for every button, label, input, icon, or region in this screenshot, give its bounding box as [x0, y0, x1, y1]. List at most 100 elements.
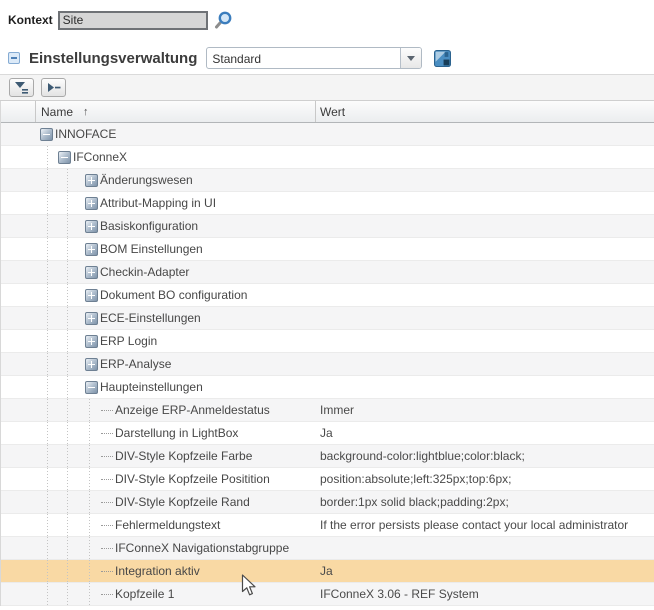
table-row[interactable]: IFConneX Navigationstabgruppe [1, 537, 654, 560]
setting-value [316, 537, 654, 559]
table-row[interactable]: ERP-Analyse [1, 353, 654, 376]
table-row[interactable]: Attribut-Mapping in UI [1, 192, 654, 215]
header-column-wert[interactable]: Wert [316, 101, 654, 122]
tree-expand-icon[interactable] [85, 220, 98, 233]
tree-expand-icon[interactable] [85, 312, 98, 325]
setting-name: Änderungswesen [100, 173, 193, 187]
row-name-cell: Checkin-Adapter [36, 261, 316, 283]
setting-name: BOM Einstellungen [100, 242, 203, 256]
chevron-down-icon [407, 56, 415, 61]
table-row[interactable]: Änderungswesen [1, 169, 654, 192]
tree-expand-icon[interactable] [85, 197, 98, 210]
row-indicator-cell [1, 376, 36, 398]
tree-expand-icon[interactable] [85, 243, 98, 256]
row-indicator-cell [1, 284, 36, 306]
table-row[interactable]: Anzeige ERP-Anmeldestatus Immer [1, 399, 654, 422]
row-indicator-cell [1, 169, 36, 191]
tree-collapse-icon[interactable] [85, 381, 98, 394]
row-name-cell: Änderungswesen [36, 169, 316, 191]
section-collapse-icon[interactable] [8, 52, 20, 64]
tree-expand-icon[interactable] [85, 335, 98, 348]
tree-expand-icon[interactable] [85, 174, 98, 187]
collapse-all-button[interactable] [41, 78, 66, 97]
floppy-disk-icon [434, 50, 451, 67]
tree-expand-icon[interactable] [85, 289, 98, 302]
setting-value [316, 146, 654, 168]
table-row[interactable]: ECE-Einstellungen [1, 307, 654, 330]
table-row[interactable]: DIV-Style Kopfzeile Positition position:… [1, 468, 654, 491]
setting-value: border:1px solid black;padding:2px; [316, 491, 654, 513]
setting-value [316, 261, 654, 283]
tree-expand-icon[interactable] [85, 358, 98, 371]
profile-select[interactable]: Standard [206, 47, 422, 69]
settings-panel: Name ↑ Wert INNOFACE IFConneX Änderun [0, 74, 654, 610]
tree-branch-connector [101, 525, 113, 526]
tree-expand-icon[interactable] [85, 266, 98, 279]
setting-value [316, 307, 654, 329]
table-row[interactable]: BOM Einstellungen [1, 238, 654, 261]
column-name-label: Name [41, 105, 73, 119]
table-row[interactable]: IFConneX [1, 146, 654, 169]
row-name-cell: Dokument BO configuration [36, 284, 316, 306]
setting-name: Basiskonfiguration [100, 219, 198, 233]
dropdown-arrow-button[interactable] [400, 48, 421, 68]
collapse-tree-icon [47, 83, 61, 93]
header-column-name[interactable]: Name ↑ [36, 101, 316, 122]
table-row[interactable]: Kopfzeile 1 IFConneX 3.06 - REF System [1, 583, 654, 606]
row-indicator-cell [1, 491, 36, 513]
setting-value [316, 169, 654, 191]
tree-branch-connector [101, 502, 113, 503]
kontext-input[interactable] [58, 11, 208, 30]
row-indicator-cell [1, 399, 36, 421]
row-indicator-cell [1, 330, 36, 352]
row-indicator-cell [1, 537, 36, 559]
row-indicator-cell [1, 353, 36, 375]
row-indicator-cell [1, 514, 36, 536]
table-row[interactable]: Basiskonfiguration [1, 215, 654, 238]
setting-name: Haupteinstellungen [100, 380, 203, 394]
table-row[interactable]: DIV-Style Kopfzeile Farbe background-col… [1, 445, 654, 468]
table-row[interactable]: Dokument BO configuration [1, 284, 654, 307]
row-name-cell: DIV-Style Kopfzeile Rand [36, 491, 316, 513]
setting-value [316, 123, 654, 145]
setting-value [316, 192, 654, 214]
tree-collapse-icon[interactable] [58, 151, 71, 164]
row-name-cell: IFConneX Navigationstabgruppe [36, 537, 316, 559]
table-row[interactable]: INNOFACE [1, 123, 654, 146]
table-row[interactable]: Checkin-Adapter [1, 261, 654, 284]
row-indicator-cell [1, 468, 36, 490]
tree-collapse-icon[interactable] [40, 128, 53, 141]
setting-name: DIV-Style Kopfzeile Rand [115, 495, 250, 509]
table-row[interactable]: Darstellung in LightBox Ja [1, 422, 654, 445]
table-row[interactable]: Haupteinstellungen [1, 376, 654, 399]
setting-value [316, 284, 654, 306]
row-name-cell: Fehlermeldungstext [36, 514, 316, 536]
filter-funnel-icon [15, 82, 29, 94]
table-row[interactable]: Integration aktiv Ja [1, 560, 654, 583]
row-indicator-cell [1, 238, 36, 260]
tree-branch-connector [101, 433, 113, 434]
sort-ascending-icon: ↑ [83, 106, 89, 118]
row-name-cell: IFConneX [36, 146, 316, 168]
tree-branch-connector [101, 456, 113, 457]
setting-value [316, 330, 654, 352]
row-indicator-cell [1, 123, 36, 145]
save-button[interactable] [434, 50, 451, 67]
row-name-cell: ERP-Analyse [36, 353, 316, 375]
tree-branch-connector [101, 571, 113, 572]
filter-button[interactable] [9, 78, 34, 97]
row-indicator-cell [1, 215, 36, 237]
search-button[interactable] [214, 10, 234, 30]
grid-header: Name ↑ Wert [1, 101, 654, 123]
row-name-cell: Basiskonfiguration [36, 215, 316, 237]
setting-name: Darstellung in LightBox [115, 426, 238, 440]
row-indicator-cell [1, 307, 36, 329]
setting-value [316, 353, 654, 375]
row-name-cell: DIV-Style Kopfzeile Farbe [36, 445, 316, 467]
table-row[interactable]: DIV-Style Kopfzeile Rand border:1px soli… [1, 491, 654, 514]
tree-branch-connector [101, 594, 113, 595]
setting-name: DIV-Style Kopfzeile Farbe [115, 449, 252, 463]
table-row[interactable]: ERP Login [1, 330, 654, 353]
setting-name: Fehlermeldungstext [115, 518, 220, 532]
table-row[interactable]: Fehlermeldungstext If the error persists… [1, 514, 654, 537]
